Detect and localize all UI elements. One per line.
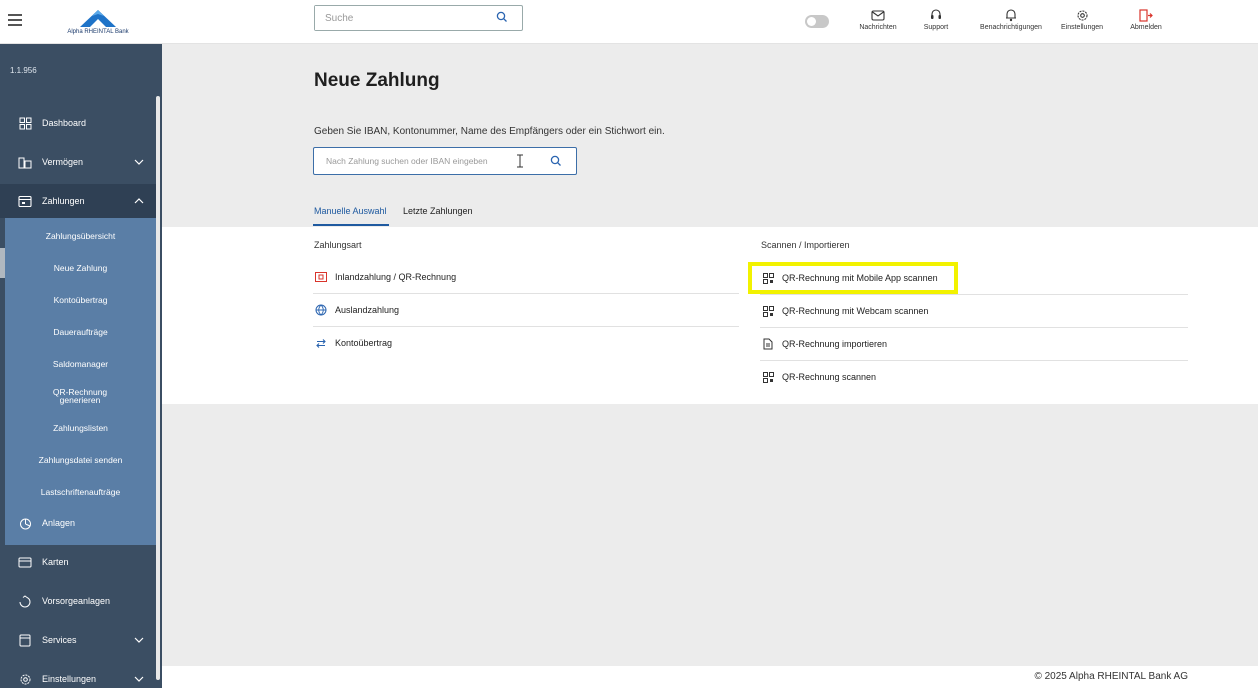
global-search-input[interactable]	[315, 6, 475, 30]
search-icon[interactable]	[496, 11, 508, 26]
logo-text: Alpha RHEINTAL Bank	[67, 29, 129, 35]
submenu-item-zahlungsuebersicht[interactable]: Zahlungsübersicht	[5, 222, 156, 250]
tab-letzte-zahlungen[interactable]: Letzte Zahlungen	[403, 206, 473, 216]
sidebar-item-label: Dashboard	[42, 118, 87, 128]
settings-button[interactable]: Einstellungen	[1054, 6, 1110, 31]
logout-icon	[1124, 6, 1168, 24]
sidebar-item-label: Vermögen	[42, 157, 84, 167]
submenu-item-dauerauftraege[interactable]: Daueraufträge	[5, 318, 156, 346]
search-icon[interactable]	[550, 155, 562, 170]
payment-type-label: Kontoübertrag	[335, 338, 393, 348]
qr-bill-icon	[315, 271, 327, 283]
sidebar-item-label: Anlagen	[42, 518, 76, 528]
pension-icon	[18, 594, 32, 608]
document-icon	[762, 338, 774, 350]
notifications-label: Benachrichtigungen	[980, 24, 1042, 31]
payment-type-label: Auslandzahlung	[335, 305, 400, 315]
support-button[interactable]: Support	[920, 6, 952, 31]
card-icon	[18, 555, 32, 569]
payments-submenu: Zahlungsübersicht Neue Zahlung Kontoüber…	[5, 218, 156, 545]
payment-type-header: Zahlungsart	[314, 240, 362, 250]
chevron-up-icon	[134, 196, 144, 206]
tab-manuelle-auswahl[interactable]: Manuelle Auswahl	[314, 206, 387, 216]
payment-search-input[interactable]	[314, 148, 514, 174]
notifications-button[interactable]: Benachrichtigungen	[973, 6, 1049, 31]
logo-mountain-icon	[80, 10, 116, 27]
messages-button[interactable]: Nachrichten	[856, 6, 900, 31]
submenu-item-saldomanager[interactable]: Saldomanager	[5, 350, 156, 378]
qr-code-icon	[762, 371, 774, 383]
chevron-down-icon	[134, 157, 144, 167]
page-title: Neue Zahlung	[314, 70, 440, 91]
submenu-item-qr-rechnung-generieren[interactable]: QR-Rechnung generieren	[45, 382, 115, 410]
messages-label: Nachrichten	[859, 24, 897, 31]
submenu-item-zahlungslisten[interactable]: Zahlungslisten	[5, 414, 156, 442]
gear-icon	[18, 672, 32, 686]
sidebar-item-label: Karten	[42, 557, 69, 567]
scan-option-label: QR-Rechnung mit Webcam scannen	[782, 306, 929, 316]
payment-search[interactable]	[313, 147, 577, 175]
qr-code-icon	[762, 305, 774, 317]
instruction-text: Geben Sie IBAN, Kontonummer, Name des Em…	[314, 126, 665, 137]
footer: © 2025 Alpha RHEINTAL Bank AG	[162, 666, 1258, 688]
sidebar-item-karten[interactable]: Karten	[0, 545, 156, 579]
submenu-item-neue-zahlung[interactable]: Neue Zahlung	[5, 254, 156, 282]
scan-option-scan[interactable]: QR-Rechnung scannen	[760, 361, 1188, 393]
active-tab-indicator	[313, 224, 389, 226]
investments-icon	[18, 516, 32, 530]
logout-label: Abmelden	[1130, 24, 1162, 31]
settings-label: Einstellungen	[1060, 24, 1104, 31]
top-bar: Alpha RHEINTAL Bank Nachrichten Support …	[0, 0, 1258, 44]
sidebar-item-zahlungen[interactable]: Zahlungen	[0, 184, 156, 218]
highlight-box	[748, 262, 958, 294]
wealth-icon	[18, 155, 32, 169]
chevron-down-icon	[134, 674, 144, 684]
logout-button[interactable]: Abmelden	[1124, 6, 1168, 31]
sidebar-item-vorsorgeanlagen[interactable]: Vorsorgeanlagen	[0, 584, 156, 618]
sidebar-item-label: Services	[42, 635, 77, 645]
headset-icon	[920, 6, 952, 24]
sidebar-item-services[interactable]: Services	[0, 623, 156, 657]
payments-icon	[18, 194, 32, 208]
scan-option-label: QR-Rechnung scannen	[782, 372, 877, 382]
gear-icon	[1054, 6, 1110, 24]
global-search[interactable]	[314, 5, 523, 31]
chevron-down-icon	[134, 635, 144, 645]
sidebar: 1.1.956 Dashboard Vermögen Zahlungen Zah…	[0, 44, 162, 688]
sidebar-item-label: Zahlungen	[42, 196, 85, 206]
dashboard-icon	[18, 116, 32, 130]
sidebar-item-einstellungen[interactable]: Einstellungen	[0, 662, 156, 688]
envelope-icon	[856, 6, 900, 24]
bell-icon	[973, 6, 1049, 24]
scan-option-label: QR-Rechnung importieren	[782, 339, 888, 349]
copyright-text: © 2025 Alpha RHEINTAL Bank AG	[1034, 671, 1188, 682]
submenu-item-kontouebertrag[interactable]: Kontoübertrag	[5, 286, 156, 314]
sidebar-item-anlagen[interactable]: Anlagen	[0, 506, 156, 540]
sidebar-item-vermoegen[interactable]: Vermögen	[0, 145, 156, 179]
services-icon	[18, 633, 32, 647]
sidebar-item-label: Vorsorgeanlagen	[42, 596, 111, 606]
sidebar-item-label: Einstellungen	[42, 674, 97, 684]
support-label: Support	[923, 24, 949, 31]
sidebar-item-dashboard[interactable]: Dashboard	[0, 106, 156, 140]
payment-type-ausland[interactable]: Auslandzahlung	[313, 294, 739, 326]
text-cursor-icon	[516, 154, 524, 168]
bank-logo[interactable]: Alpha RHEINTAL Bank	[58, 8, 138, 38]
hamburger-menu-icon[interactable]	[8, 14, 22, 26]
scan-option-import[interactable]: QR-Rechnung importieren	[760, 328, 1188, 360]
scan-import-header: Scannen / Importieren	[761, 240, 850, 250]
scan-option-webcam[interactable]: QR-Rechnung mit Webcam scannen	[760, 295, 1188, 327]
submenu-item-lastschriftenauftraege[interactable]: Lastschriftenaufträge	[5, 478, 156, 506]
globe-icon	[315, 304, 327, 316]
payment-type-label: Inlandzahlung / QR-Rechnung	[335, 272, 457, 282]
theme-toggle[interactable]	[805, 15, 829, 28]
submenu-item-zahlungsdatei-senden[interactable]: Zahlungsdatei senden	[5, 446, 156, 474]
app-version: 1.1.956	[10, 66, 37, 75]
payment-type-inland[interactable]: Inlandzahlung / QR-Rechnung	[313, 261, 739, 293]
sidebar-scrollbar[interactable]	[156, 96, 160, 680]
transfer-arrows-icon	[315, 337, 327, 349]
payment-type-kontouebertrag[interactable]: Kontoübertrag	[313, 327, 739, 359]
